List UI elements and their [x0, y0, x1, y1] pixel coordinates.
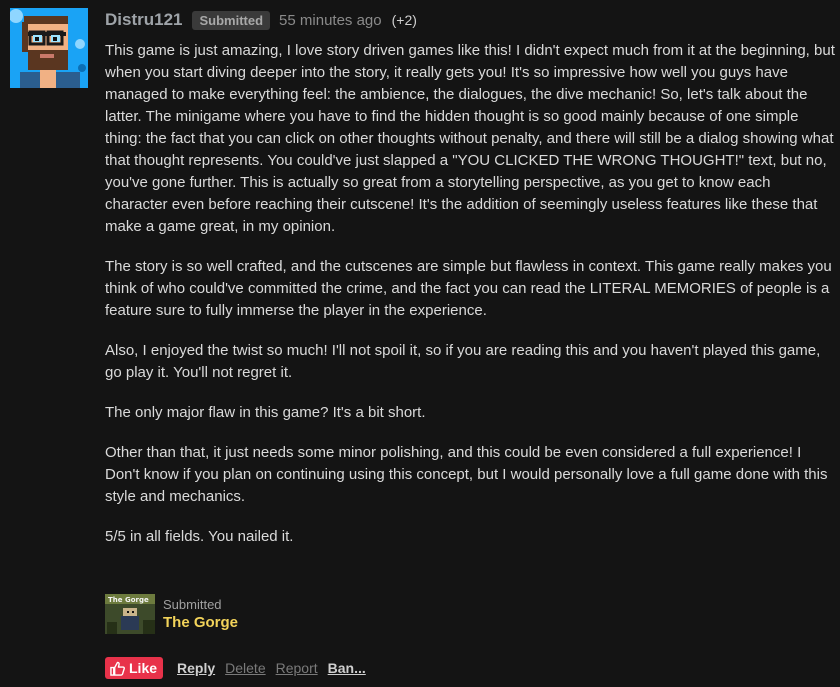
- comment-actions: Like Reply Delete Report Ban...: [105, 657, 376, 679]
- comment-paragraph: Also, I enjoyed the twist so much! I'll …: [105, 342, 821, 381]
- game-kicker: Submitted: [163, 596, 222, 612]
- comment-paragraph: The story is so well crafted, and the cu…: [105, 258, 832, 319]
- pixel-art-avatar-icon: [10, 8, 88, 88]
- comment-timestamp[interactable]: 55 minutes ago: [279, 12, 382, 29]
- report-link[interactable]: Report: [276, 660, 318, 676]
- comment-paragraph: This game is just amazing, I love story …: [105, 42, 835, 235]
- username-link[interactable]: Distru121: [105, 10, 182, 30]
- delete-link[interactable]: Delete: [225, 660, 265, 676]
- comment-header: Distru121 Submitted 55 minutes ago (+2): [105, 8, 835, 32]
- game-thumbnail[interactable]: The Gorge: [105, 594, 155, 634]
- thumbs-up-icon: [110, 661, 125, 676]
- game-thumbnail-logo: The Gorge: [108, 596, 149, 604]
- ban-link[interactable]: Ban...: [328, 660, 366, 676]
- game-title-link[interactable]: The Gorge: [163, 613, 238, 633]
- comment-paragraph: The only major flaw in this game? It's a…: [105, 404, 426, 421]
- like-label: Like: [129, 660, 158, 676]
- game-reference[interactable]: The Gorge Submitted The Gorge: [105, 594, 238, 634]
- vote-count: (+2): [391, 12, 417, 28]
- submitted-badge: Submitted: [192, 10, 271, 30]
- comment-body: This game is just amazing, I love story …: [105, 40, 835, 548]
- game-text: Submitted The Gorge: [163, 596, 238, 633]
- like-button[interactable]: Like: [105, 657, 164, 679]
- comment-main: Distru121 Submitted 55 minutes ago (+2) …: [105, 8, 835, 679]
- game-thumbnail-image: The Gorge: [105, 594, 155, 634]
- user-avatar[interactable]: [10, 8, 88, 88]
- comment-paragraph: Other than that, it just needs some mino…: [105, 444, 828, 505]
- comment-paragraph: 5/5 in all fields. You nailed it.: [105, 528, 294, 545]
- comment-post: Distru121 Submitted 55 minutes ago (+2) …: [0, 0, 840, 687]
- reply-link[interactable]: Reply: [177, 660, 215, 676]
